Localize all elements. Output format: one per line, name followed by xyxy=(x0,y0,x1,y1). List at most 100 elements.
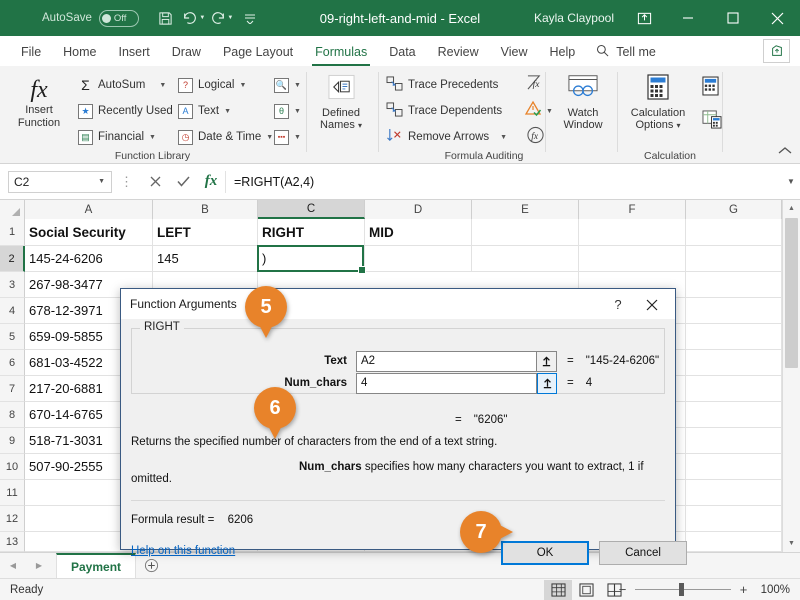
zoom-in-button[interactable]: + xyxy=(738,582,749,597)
more-functions-button[interactable]: ▪▪▪ ▼ xyxy=(274,126,301,148)
remove-arrows-button[interactable]: Remove Arrows ▼ xyxy=(386,126,507,148)
prev-sheet-icon[interactable]: ◀ xyxy=(0,553,26,578)
column-header-a[interactable]: A xyxy=(25,200,153,219)
row-header-1[interactable]: 1 xyxy=(0,219,25,246)
chevron-down-icon[interactable]: ▼ xyxy=(294,108,301,115)
cell-g13[interactable] xyxy=(686,532,782,552)
chevron-down-icon[interactable]: ▾ xyxy=(358,121,362,130)
column-header-e[interactable]: E xyxy=(472,200,579,219)
autosum-button[interactable]: Σ AutoSum ▼ xyxy=(78,74,166,96)
share-button[interactable] xyxy=(763,39,790,63)
help-on-this-function-link[interactable]: Help on this function xyxy=(131,545,235,557)
chevron-down-icon[interactable]: ▼ xyxy=(500,134,507,141)
chevron-down-icon[interactable]: ▼ xyxy=(224,108,231,115)
collapse-dialog-icon-text[interactable] xyxy=(537,351,557,372)
chevron-down-icon[interactable]: ▼ xyxy=(159,82,166,89)
row-header-5[interactable]: 5 xyxy=(0,324,25,350)
chevron-down-icon[interactable]: ▼ xyxy=(266,134,273,141)
customize-qat-icon[interactable] xyxy=(237,5,263,31)
recently-used-button[interactable]: ★ Recently Used ▼ xyxy=(78,100,185,122)
row-header-4[interactable]: 4 xyxy=(0,298,25,324)
chevron-down-icon[interactable]: ▼ xyxy=(98,178,105,185)
minimize-icon[interactable] xyxy=(665,0,710,36)
scroll-down-icon[interactable]: ▼ xyxy=(783,535,800,552)
cell-g8[interactable] xyxy=(686,402,782,428)
scroll-up-icon[interactable]: ▲ xyxy=(783,200,800,217)
zoom-out-button[interactable]: − xyxy=(617,582,628,597)
row-header-7[interactable]: 7 xyxy=(0,376,25,402)
column-header-g[interactable]: G xyxy=(686,200,782,219)
defined-names-button[interactable]: Defined Names ▾ xyxy=(312,74,370,133)
row-header-2[interactable]: 2 xyxy=(0,246,25,272)
cell-g3[interactable] xyxy=(686,272,782,298)
autosave-control[interactable]: AutoSave Off xyxy=(42,10,139,27)
tab-view[interactable]: View xyxy=(490,38,539,66)
collapse-dialog-icon-num-chars[interactable] xyxy=(537,373,557,394)
cell-a1[interactable]: Social Security xyxy=(25,219,153,246)
formula-input[interactable]: =RIGHT(A2,4) xyxy=(225,171,782,193)
cell-c1[interactable]: RIGHT xyxy=(258,219,365,246)
chevron-down-icon[interactable]: ▼ xyxy=(294,134,301,141)
tab-home[interactable]: Home xyxy=(52,38,107,66)
cell-g7[interactable] xyxy=(686,376,782,402)
page-layout-view-icon[interactable] xyxy=(572,580,600,600)
cell-e2[interactable] xyxy=(472,246,579,272)
tab-file[interactable]: File xyxy=(10,38,52,66)
tab-review[interactable]: Review xyxy=(427,38,490,66)
trace-precedents-button[interactable]: Trace Precedents xyxy=(386,74,498,96)
redo-icon[interactable]: ▼ xyxy=(209,5,235,31)
tab-draw[interactable]: Draw xyxy=(161,38,212,66)
zoom-level-label[interactable]: 100% xyxy=(756,584,790,596)
trace-dependents-button[interactable]: Trace Dependents xyxy=(386,100,502,122)
argument-input-text[interactable]: A2 xyxy=(356,351,537,372)
column-header-d[interactable]: D xyxy=(365,200,472,219)
chevron-down-icon[interactable]: ▼ xyxy=(149,134,156,141)
expand-formula-bar-icon[interactable]: ▼ xyxy=(782,177,800,186)
cell-g11[interactable] xyxy=(686,480,782,506)
show-formulas-button[interactable]: fx xyxy=(526,74,545,96)
sheet-tab-payment[interactable]: Payment xyxy=(56,553,136,578)
row-header-13[interactable]: 13 xyxy=(0,532,25,552)
row-header-3[interactable]: 3 xyxy=(0,272,25,298)
save-icon[interactable] xyxy=(153,5,179,31)
calculate-now-button[interactable] xyxy=(702,76,719,101)
insert-function-button[interactable]: fx Insert Function xyxy=(8,76,70,129)
enter-icon[interactable] xyxy=(169,170,197,194)
cell-b1[interactable]: LEFT xyxy=(153,219,258,246)
question-mark-icon[interactable]: ? xyxy=(607,295,629,314)
evaluate-formula-button[interactable]: fx xyxy=(526,126,545,149)
row-header-10[interactable]: 10 xyxy=(0,454,25,480)
column-header-f[interactable]: F xyxy=(579,200,686,219)
cancel-button[interactable]: Cancel xyxy=(599,541,687,565)
cell-f1[interactable] xyxy=(579,219,686,246)
dialog-title-bar[interactable]: Function Arguments xyxy=(121,289,675,319)
cell-b2[interactable]: 145 xyxy=(153,246,258,272)
undo-icon[interactable]: ▼ xyxy=(181,5,207,31)
insert-function-icon[interactable]: fx xyxy=(197,170,225,194)
cell-g12[interactable] xyxy=(686,506,782,532)
formula-bar-handle[interactable]: ⋮ xyxy=(120,174,133,190)
tab-page-layout[interactable]: Page Layout xyxy=(212,38,304,66)
cell-g10[interactable] xyxy=(686,454,782,480)
close-icon[interactable] xyxy=(755,0,800,36)
cell-g4[interactable] xyxy=(686,298,782,324)
row-header-11[interactable]: 11 xyxy=(0,480,25,506)
cell-d1[interactable]: MID xyxy=(365,219,472,246)
user-account-name[interactable]: Kayla Claypool xyxy=(534,11,614,25)
normal-view-icon[interactable] xyxy=(544,580,572,600)
zoom-slider-thumb[interactable] xyxy=(679,583,684,596)
calculate-sheet-button[interactable] xyxy=(702,110,722,134)
cell-c2[interactable]: ) xyxy=(258,246,365,272)
calculation-options-button[interactable]: Calculation Options ▾ xyxy=(622,74,694,133)
row-header-9[interactable]: 9 xyxy=(0,428,25,454)
cell-g9[interactable] xyxy=(686,428,782,454)
collapse-ribbon-button[interactable] xyxy=(778,146,792,159)
watch-window-button[interactable]: Watch Window xyxy=(552,74,614,132)
autosave-toggle[interactable]: Off xyxy=(99,10,139,27)
tab-insert[interactable]: Insert xyxy=(108,38,161,66)
row-header-6[interactable]: 6 xyxy=(0,350,25,376)
tell-me-box[interactable]: Tell me xyxy=(596,38,656,66)
select-all-corner[interactable] xyxy=(0,200,25,219)
cell-d2[interactable] xyxy=(365,246,472,272)
cell-g1[interactable] xyxy=(686,219,782,246)
